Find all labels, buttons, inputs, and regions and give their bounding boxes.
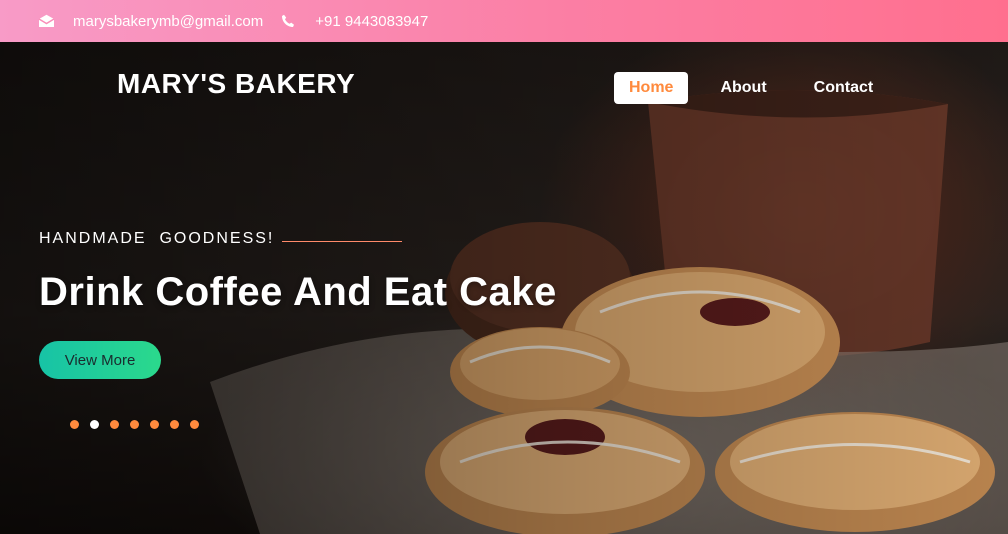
- brand-logo[interactable]: MARY'S BAKERY: [117, 68, 355, 100]
- main-nav: Home About Contact: [614, 72, 905, 104]
- nav-about[interactable]: About: [705, 72, 781, 104]
- phone-text[interactable]: +91 9443083947: [315, 13, 428, 30]
- envelope-icon: [37, 13, 55, 29]
- email-text[interactable]: marysbakerymb@gmail.com: [73, 13, 263, 30]
- carousel-dot-1[interactable]: [70, 420, 79, 429]
- hero-headline: Drink Coffee And Eat Cake: [39, 270, 557, 314]
- carousel-dot-5[interactable]: [150, 420, 159, 429]
- contact-topbar: marysbakerymb@gmail.com +91 9443083947: [0, 0, 1008, 42]
- carousel-dots: [70, 420, 210, 429]
- email-contact[interactable]: marysbakerymb@gmail.com: [37, 13, 279, 30]
- carousel-dot-2[interactable]: [90, 420, 99, 429]
- phone-contact[interactable]: +91 9443083947: [279, 13, 428, 30]
- carousel-dot-3[interactable]: [110, 420, 119, 429]
- hero-banner: MARY'S BAKERY Home About Contact HANDMAD…: [0, 42, 1008, 534]
- eyebrow-text: HANDMADE GOODNESS!: [39, 230, 275, 247]
- nav-home[interactable]: Home: [614, 72, 689, 104]
- carousel-dot-4[interactable]: [130, 420, 139, 429]
- nav-contact[interactable]: Contact: [799, 72, 889, 104]
- eyebrow-divider: [282, 240, 403, 242]
- view-more-button[interactable]: View More: [39, 341, 161, 379]
- hero-eyebrow: HANDMADE GOODNESS!: [39, 230, 403, 248]
- phone-icon: [279, 13, 297, 29]
- carousel-dot-7[interactable]: [190, 420, 199, 429]
- carousel-dot-6[interactable]: [170, 420, 179, 429]
